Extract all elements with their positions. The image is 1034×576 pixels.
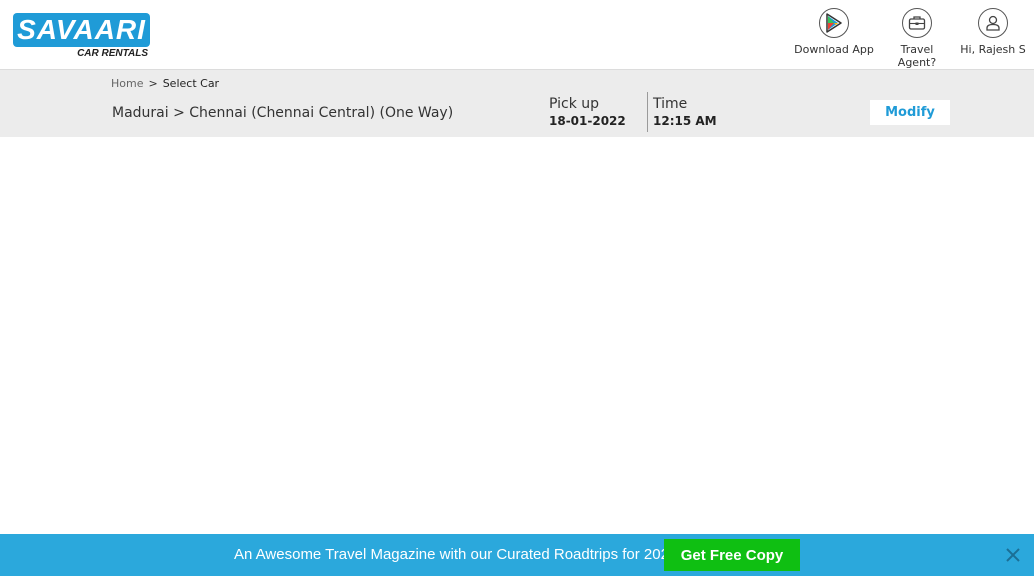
breadcrumb-current: Select Car bbox=[162, 77, 220, 90]
banner-text: An Awesome Travel Magazine with our Cura… bbox=[234, 546, 678, 563]
divider bbox=[647, 92, 648, 132]
briefcase-icon bbox=[902, 8, 932, 38]
pickup-label: Pick up bbox=[549, 96, 600, 112]
close-icon[interactable] bbox=[1003, 545, 1023, 565]
breadcrumb-home-link[interactable]: Home bbox=[111, 77, 143, 90]
pickup-block: Pick up 18-01-2022 bbox=[549, 96, 626, 128]
download-app-link[interactable]: Download App bbox=[794, 8, 874, 56]
travel-agent-link[interactable]: Travel Agent? bbox=[880, 8, 954, 69]
magazine-banner: An Awesome Travel Magazine with our Cura… bbox=[0, 534, 1034, 576]
trip-route: Madurai > Chennai (Chennai Central) (One… bbox=[112, 105, 454, 121]
user-menu[interactable]: Hi, Rajesh S bbox=[960, 8, 1026, 56]
breadcrumb: Home > Select Car bbox=[111, 77, 219, 90]
travel-agent-label: Travel Agent? bbox=[897, 43, 937, 69]
modify-button[interactable]: Modify bbox=[870, 100, 950, 125]
logo-text: SAVAARI bbox=[17, 14, 146, 45]
get-free-copy-button[interactable]: Get Free Copy bbox=[664, 539, 800, 571]
time-value: 12:15 AM bbox=[653, 114, 717, 128]
breadcrumb-separator: > bbox=[148, 77, 158, 90]
time-label: Time bbox=[653, 96, 688, 112]
play-store-icon bbox=[819, 8, 849, 38]
time-block: Time 12:15 AM bbox=[653, 96, 717, 128]
logo-subtext: CAR RENTALS bbox=[77, 48, 148, 59]
trip-summary-bar: Home > Select Car Madurai > Chennai (Chenn… bbox=[0, 70, 1034, 137]
download-app-label: Download App bbox=[794, 43, 874, 56]
site-header: SAVAARI CAR RENTALS Download App Travel … bbox=[0, 0, 1034, 70]
user-greeting: Hi, Rajesh S bbox=[960, 43, 1026, 56]
pickup-date: 18-01-2022 bbox=[549, 114, 626, 128]
savaari-logo[interactable]: SAVAARI CAR RENTALS bbox=[13, 13, 150, 61]
user-icon bbox=[978, 8, 1008, 38]
